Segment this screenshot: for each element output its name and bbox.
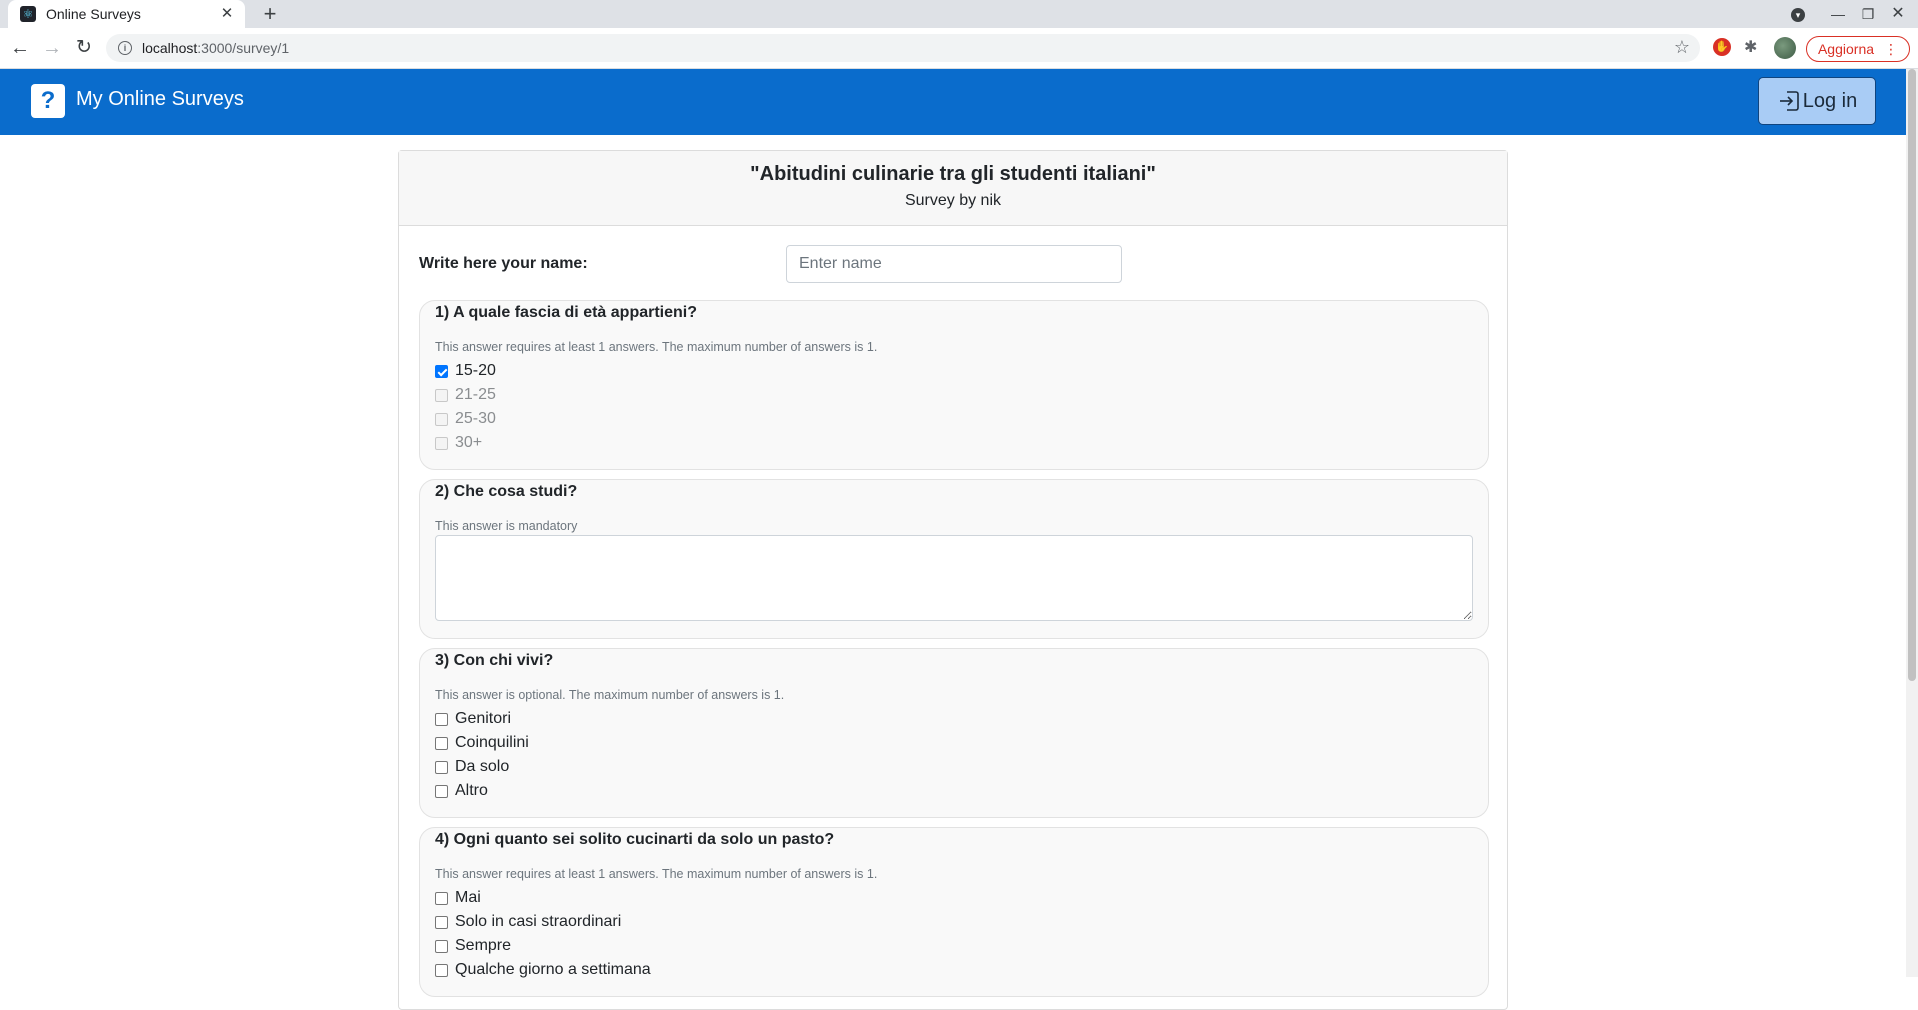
brand-title[interactable]: My Online Surveys bbox=[76, 88, 244, 111]
checkbox-disabled bbox=[435, 436, 448, 450]
option-qualche-giorno-a-settimana[interactable]: Qualche giorno a settimana bbox=[435, 958, 651, 982]
option-da-solo[interactable]: Da solo bbox=[435, 755, 529, 779]
name-label: Write here your name: bbox=[419, 255, 588, 272]
survey-header: "Abitudini culinarie tra gli studenti it… bbox=[399, 151, 1507, 226]
option-genitori[interactable]: Genitori bbox=[435, 707, 529, 731]
close-tab-icon[interactable]: ✕ bbox=[219, 6, 235, 22]
more-vert-icon: ⋮ bbox=[1884, 40, 1899, 57]
bookmark-star-icon[interactable]: ☆ bbox=[1674, 37, 1690, 58]
survey-author: Survey by nik bbox=[904, 192, 1002, 209]
info-icon[interactable]: i bbox=[118, 41, 132, 55]
option-solo-in-casi-straordinari[interactable]: Solo in casi straordinari bbox=[435, 910, 651, 934]
question-4: 4) Ogni quanto sei solito cucinarti da s… bbox=[419, 827, 1489, 997]
checkbox[interactable] bbox=[435, 760, 448, 774]
update-button[interactable]: Aggiorna ⋮ bbox=[1806, 36, 1910, 62]
checkbox[interactable] bbox=[435, 915, 448, 929]
question-note: This answer is mandatory bbox=[435, 519, 578, 533]
options-list: Mai Solo in casi straordinari Sempre Qua… bbox=[435, 886, 651, 982]
adblock-extension-icon[interactable]: ✋ bbox=[1713, 38, 1731, 56]
url-text: localhost:3000/survey/1 bbox=[142, 40, 290, 56]
option-30-plus: 30+ bbox=[435, 431, 496, 455]
option-25-30: 25-30 bbox=[435, 407, 496, 431]
address-bar[interactable]: i localhost:3000/survey/1 ☆ bbox=[106, 34, 1700, 62]
option-label: 25-30 bbox=[455, 410, 496, 427]
close-window-icon[interactable]: ✕ bbox=[1888, 4, 1908, 24]
checkbox[interactable] bbox=[435, 736, 448, 750]
extensions-puzzle-icon[interactable]: ✱ bbox=[1744, 37, 1757, 57]
option-label: Sempre bbox=[455, 937, 512, 954]
question-note: This answer requires at least 1 answers.… bbox=[435, 340, 878, 354]
login-button[interactable]: Log in bbox=[1758, 77, 1876, 125]
survey-title: "Abitudini culinarie tra gli studenti it… bbox=[750, 163, 1156, 185]
scrollbar-thumb[interactable] bbox=[1908, 69, 1916, 681]
back-arrow-icon[interactable]: ← bbox=[8, 36, 32, 60]
minimize-icon[interactable]: — bbox=[1828, 4, 1848, 24]
browser-toolbar: ← → ↻ i localhost:3000/survey/1 ☆ bbox=[0, 28, 1918, 69]
option-label: Qualche giorno a settimana bbox=[455, 961, 651, 978]
browser-tabstrip: ⚛ Online Surveys ✕ + ▾ — ❐ ✕ bbox=[0, 0, 1918, 28]
react-icon: ⚛ bbox=[20, 6, 36, 22]
question-title: 4) Ogni quanto sei solito cucinarti da s… bbox=[435, 831, 835, 848]
reload-icon[interactable]: ↻ bbox=[72, 36, 96, 60]
question-mark-icon: ? bbox=[31, 84, 65, 118]
question-note: This answer is optional. The maximum num… bbox=[435, 688, 785, 702]
options-list: 15-20 21-25 25-30 30+ bbox=[435, 359, 496, 455]
page-scrollbar[interactable] bbox=[1906, 69, 1918, 977]
checkbox[interactable] bbox=[435, 891, 448, 905]
name-row: Write here your name: bbox=[419, 245, 1489, 285]
option-label: Coinquilini bbox=[455, 734, 529, 751]
option-label: 15-20 bbox=[455, 362, 496, 379]
checkbox-disabled bbox=[435, 412, 448, 426]
option-label: Solo in casi straordinari bbox=[455, 913, 622, 930]
question-2: 2) Che cosa studi? This answer is mandat… bbox=[419, 479, 1489, 639]
checkbox[interactable] bbox=[435, 784, 448, 798]
tab-search-icon[interactable]: ▾ bbox=[1788, 4, 1808, 24]
browser-tab[interactable]: ⚛ Online Surveys ✕ bbox=[8, 0, 245, 28]
option-mai[interactable]: Mai bbox=[435, 886, 651, 910]
restore-icon[interactable]: ❐ bbox=[1858, 4, 1878, 24]
option-label: Genitori bbox=[455, 710, 512, 727]
question-1: 1) A quale fascia di età appartieni? Thi… bbox=[419, 300, 1489, 470]
option-21-25: 21-25 bbox=[435, 383, 496, 407]
question-title: 3) Con chi vivi? bbox=[435, 652, 554, 669]
option-label: Altro bbox=[455, 782, 488, 799]
login-icon bbox=[1779, 91, 1799, 111]
option-label: 30+ bbox=[455, 434, 483, 451]
forward-arrow-icon[interactable]: → bbox=[40, 36, 64, 60]
login-label: Log in bbox=[1802, 89, 1858, 112]
option-coinquilini[interactable]: Coinquilini bbox=[435, 731, 529, 755]
question-note: This answer requires at least 1 answers.… bbox=[435, 867, 878, 881]
option-label: Da solo bbox=[455, 758, 510, 775]
tab-title: Online Surveys bbox=[46, 6, 141, 22]
option-15-20[interactable]: 15-20 bbox=[435, 359, 496, 383]
question-title: 2) Che cosa studi? bbox=[435, 483, 578, 500]
options-list: Genitori Coinquilini Da solo Altro bbox=[435, 707, 529, 803]
checkbox-disabled bbox=[435, 388, 448, 402]
option-label: Mai bbox=[455, 889, 481, 906]
checkbox[interactable] bbox=[435, 963, 448, 977]
option-altro[interactable]: Altro bbox=[435, 779, 529, 803]
update-label: Aggiorna bbox=[1817, 41, 1875, 57]
checkbox-checked[interactable] bbox=[435, 364, 448, 378]
option-label: 21-25 bbox=[455, 386, 496, 403]
new-tab-icon[interactable]: + bbox=[258, 2, 282, 26]
checkbox[interactable] bbox=[435, 712, 448, 726]
profile-avatar[interactable] bbox=[1774, 37, 1796, 59]
checkbox[interactable] bbox=[435, 939, 448, 953]
question-title: 1) A quale fascia di età appartieni? bbox=[435, 304, 697, 321]
name-input[interactable] bbox=[786, 245, 1122, 283]
option-sempre[interactable]: Sempre bbox=[435, 934, 651, 958]
question-3: 3) Con chi vivi? This answer is optional… bbox=[419, 648, 1489, 818]
survey-card: "Abitudini culinarie tra gli studenti it… bbox=[398, 150, 1508, 1010]
app-navbar: ? My Online Surveys Log in bbox=[0, 69, 1906, 135]
answer-textarea[interactable] bbox=[435, 535, 1473, 621]
